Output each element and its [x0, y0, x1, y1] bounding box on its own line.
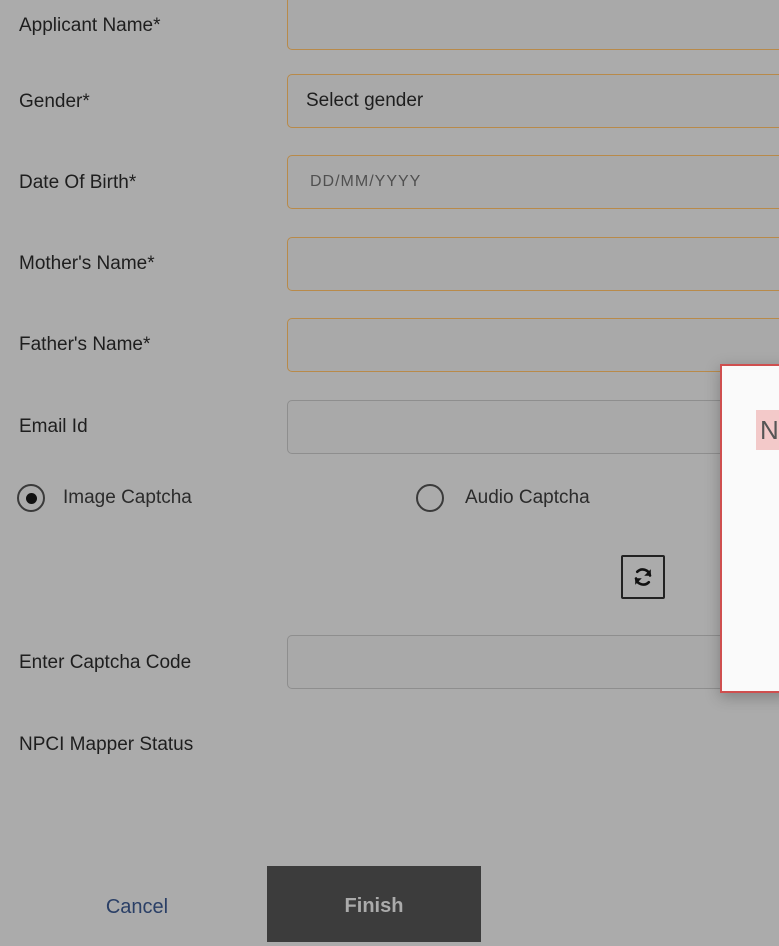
audio-captcha-radio[interactable]	[416, 484, 444, 512]
mother-name-label: Mother's Name*	[19, 253, 155, 274]
captcha-code-label: Enter Captcha Code	[19, 652, 192, 673]
dob-placeholder: DD/MM/YYYY	[310, 173, 422, 190]
image-captcha-label[interactable]: Image Captcha	[63, 487, 192, 509]
gender-label: Gender*	[19, 91, 90, 112]
applicant-name-input[interactable]	[287, 0, 779, 50]
father-name-input[interactable]	[287, 318, 779, 372]
modal-dialog: N	[720, 364, 779, 693]
email-label: Email Id	[19, 416, 88, 437]
modal-heading: N	[756, 410, 779, 450]
dob-input[interactable]: DD/MM/YYYY	[287, 155, 779, 209]
gender-selected-value: Select gender	[306, 90, 424, 111]
refresh-captcha-button[interactable]	[621, 555, 665, 599]
gender-select[interactable]: Select gender	[287, 74, 779, 128]
refresh-icon	[634, 568, 652, 586]
mother-name-input[interactable]	[287, 237, 779, 291]
image-captcha-radio[interactable]	[17, 484, 45, 512]
radio-selected-dot	[25, 492, 37, 504]
applicant-name-label: Applicant Name*	[19, 15, 161, 36]
captcha-code-input[interactable]	[287, 635, 779, 689]
audio-captcha-label[interactable]: Audio Captcha	[465, 487, 590, 509]
email-input[interactable]	[287, 400, 779, 454]
finish-button[interactable]: Finish	[267, 866, 481, 942]
npci-status-label: NPCI Mapper Status	[19, 734, 194, 755]
cancel-button[interactable]: Cancel	[70, 880, 204, 934]
father-name-label: Father's Name*	[19, 334, 151, 355]
dob-label: Date Of Birth*	[19, 172, 137, 193]
